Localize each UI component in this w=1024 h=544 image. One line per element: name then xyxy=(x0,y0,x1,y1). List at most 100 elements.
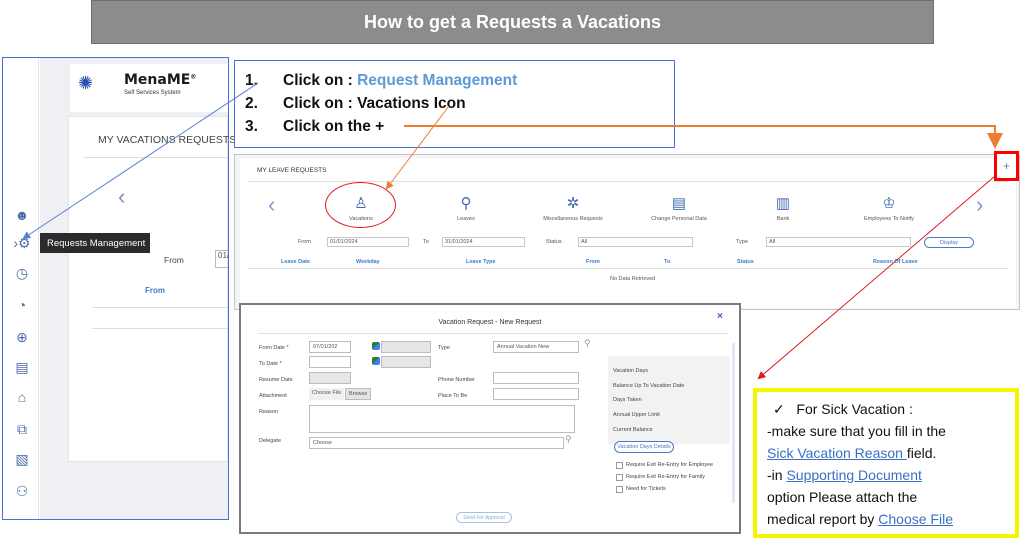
step-2: 2. Click on : Vacations Icon xyxy=(245,94,466,112)
category-label: Bank xyxy=(776,216,790,222)
vacations-page-title: MY VACATIONS REQUESTS xyxy=(98,134,237,146)
type-label: Type xyxy=(736,239,748,245)
balance-item: Vacation Days xyxy=(613,368,649,374)
to-label: To xyxy=(423,239,429,245)
checkbox-exit-reentry-family[interactable] xyxy=(616,474,623,481)
note-line: -make sure that you fill in the xyxy=(767,423,946,439)
to-date-input[interactable] xyxy=(309,356,351,368)
choose-file-button[interactable]: Choose File xyxy=(309,388,344,400)
to-date-label: To Date * xyxy=(259,361,282,367)
requests-icon[interactable]: ›⚙ xyxy=(7,234,37,252)
instructions-box: 1. Click on : Request Management 2. Clic… xyxy=(234,60,675,148)
search-icon[interactable]: ⊕ xyxy=(13,328,31,346)
dialog-title: Vacation Request - New Request xyxy=(438,319,542,326)
transfer-icon[interactable]: ⧉ xyxy=(13,420,31,438)
close-icon[interactable]: × xyxy=(717,311,723,322)
checkbox-need-tickets[interactable] xyxy=(616,486,623,493)
chevron-left-icon[interactable]: ‹ xyxy=(268,192,275,218)
display-button[interactable]: Display xyxy=(924,237,974,248)
phone-number-label: Phone Number xyxy=(438,377,475,383)
note-text: field. xyxy=(906,445,937,461)
category-employees-to-notify[interactable]: ♔ Employees To Notify xyxy=(844,194,934,222)
category-miscellaneous[interactable]: ✲ Miscellaneous Requests xyxy=(528,194,618,222)
note-text: medical report by xyxy=(767,511,879,527)
search-icon[interactable]: ⚲ xyxy=(584,338,591,349)
note-line: Sick Vacation Reason field. xyxy=(767,442,1005,464)
calendar-flag-icon[interactable] xyxy=(372,357,380,365)
column-header: From xyxy=(586,259,600,265)
from-label: From xyxy=(164,255,184,265)
phone-number-input[interactable] xyxy=(493,372,579,384)
chevron-right-icon[interactable]: › xyxy=(976,192,983,218)
bank-icon[interactable]: ⌂ xyxy=(13,388,31,406)
logo-name: MenaME® xyxy=(124,72,197,88)
bank-icon: ▥ xyxy=(775,195,791,212)
step-3: 3. Click on the + xyxy=(245,117,385,135)
chevron-left-icon[interactable]: ‹ xyxy=(118,184,125,210)
vacation-days-details-button[interactable]: Vacation Days Details xyxy=(614,441,674,453)
leaves-icon: ⚲ xyxy=(460,195,472,212)
balance-item: Days Taken xyxy=(613,397,642,403)
category-label: Miscellaneous Requests xyxy=(543,216,603,222)
resume-date-label: Resume Date xyxy=(259,377,293,383)
sidebar: ☻ ›⚙ ◷ ◔ ⊕ ▤ ⌂ ⧉ ▧ ⚇ xyxy=(3,58,39,519)
delegate-select[interactable]: Choose xyxy=(309,437,564,449)
status-select[interactable]: All xyxy=(578,237,693,247)
leave-requests-title: MY LEAVE REQUESTS xyxy=(257,167,327,174)
from-date-label: From Date * xyxy=(259,345,289,351)
category-leaves[interactable]: ⚲ Leaves xyxy=(421,194,511,222)
divider xyxy=(92,307,228,308)
from-date-input[interactable]: 01/01/2024 xyxy=(327,237,409,247)
checkbox-exit-reentry-employee[interactable] xyxy=(616,462,623,469)
search-icon[interactable]: ⚲ xyxy=(565,434,572,445)
checkbox-label: Require Exit Re-Entry for Family xyxy=(626,474,705,480)
sick-vacation-reason-link[interactable]: Sick Vacation Reason xyxy=(767,445,907,461)
hijri-from-date xyxy=(381,341,431,353)
type-select[interactable]: All xyxy=(766,237,911,247)
note-line: medical report by Choose File xyxy=(767,508,1005,530)
clock-icon[interactable]: ◷ xyxy=(13,264,31,282)
place-to-be-input[interactable] xyxy=(493,388,579,400)
column-header-from: From xyxy=(145,286,165,295)
column-header: Leave Date xyxy=(281,259,311,265)
note-heading: ✓ For Sick Vacation : xyxy=(767,398,1005,420)
type-label: Type xyxy=(438,345,450,351)
divider xyxy=(258,333,728,334)
checkbox-label: Need for Tickets xyxy=(626,486,666,492)
check-icon: ✓ xyxy=(773,401,785,417)
reason-textarea[interactable] xyxy=(309,405,575,433)
balance-item: Annual Upper Limit xyxy=(613,412,660,418)
balance-item: Balance Up To Vacation Date xyxy=(613,383,685,389)
from-input[interactable]: 01/ xyxy=(215,250,228,268)
category-bank[interactable]: ▥ Bank xyxy=(738,194,828,222)
to-date-input[interactable]: 31/01/2024 xyxy=(442,237,525,247)
stripes-icon[interactable]: ▧ xyxy=(13,450,31,468)
choose-file-link[interactable]: Choose File xyxy=(878,511,953,527)
document-icon: ▤ xyxy=(671,195,687,212)
attachment-label: Attachment xyxy=(259,393,287,399)
hijri-to-date xyxy=(381,356,431,368)
resume-date-input xyxy=(309,372,351,384)
no-data-message: No Data Retrieved xyxy=(610,276,656,282)
balance-item: Current Balance xyxy=(613,427,653,433)
divider xyxy=(84,157,228,158)
highlight-circle xyxy=(325,182,396,228)
divider xyxy=(248,268,1008,269)
supporting-document-link[interactable]: Supporting Document xyxy=(786,467,921,483)
browse-button[interactable]: Browse xyxy=(345,388,371,400)
logo-subtitle: Self Services System xyxy=(124,90,181,96)
note-line: -in Supporting Document xyxy=(767,464,1005,486)
from-date-input[interactable]: 07/01/202 xyxy=(309,341,351,353)
type-select[interactable]: Annual Vacation New xyxy=(493,341,579,353)
users-icon[interactable]: ☻ xyxy=(13,206,31,224)
people-icon[interactable]: ⚇ xyxy=(13,482,31,500)
column-header: Reason Of Leave xyxy=(873,259,918,265)
gauge-icon[interactable]: ◔ xyxy=(13,296,31,314)
scrollbar[interactable] xyxy=(732,343,735,503)
category-change-personal-data[interactable]: ▤ Change Personal Data xyxy=(634,194,724,222)
add-request-button[interactable]: + xyxy=(994,151,1019,181)
category-label: Change Personal Data xyxy=(651,216,707,222)
send-for-approval-button[interactable]: Send For Approval xyxy=(456,512,512,523)
calendar-flag-icon[interactable] xyxy=(372,342,380,350)
building-icon[interactable]: ▤ xyxy=(13,358,31,376)
